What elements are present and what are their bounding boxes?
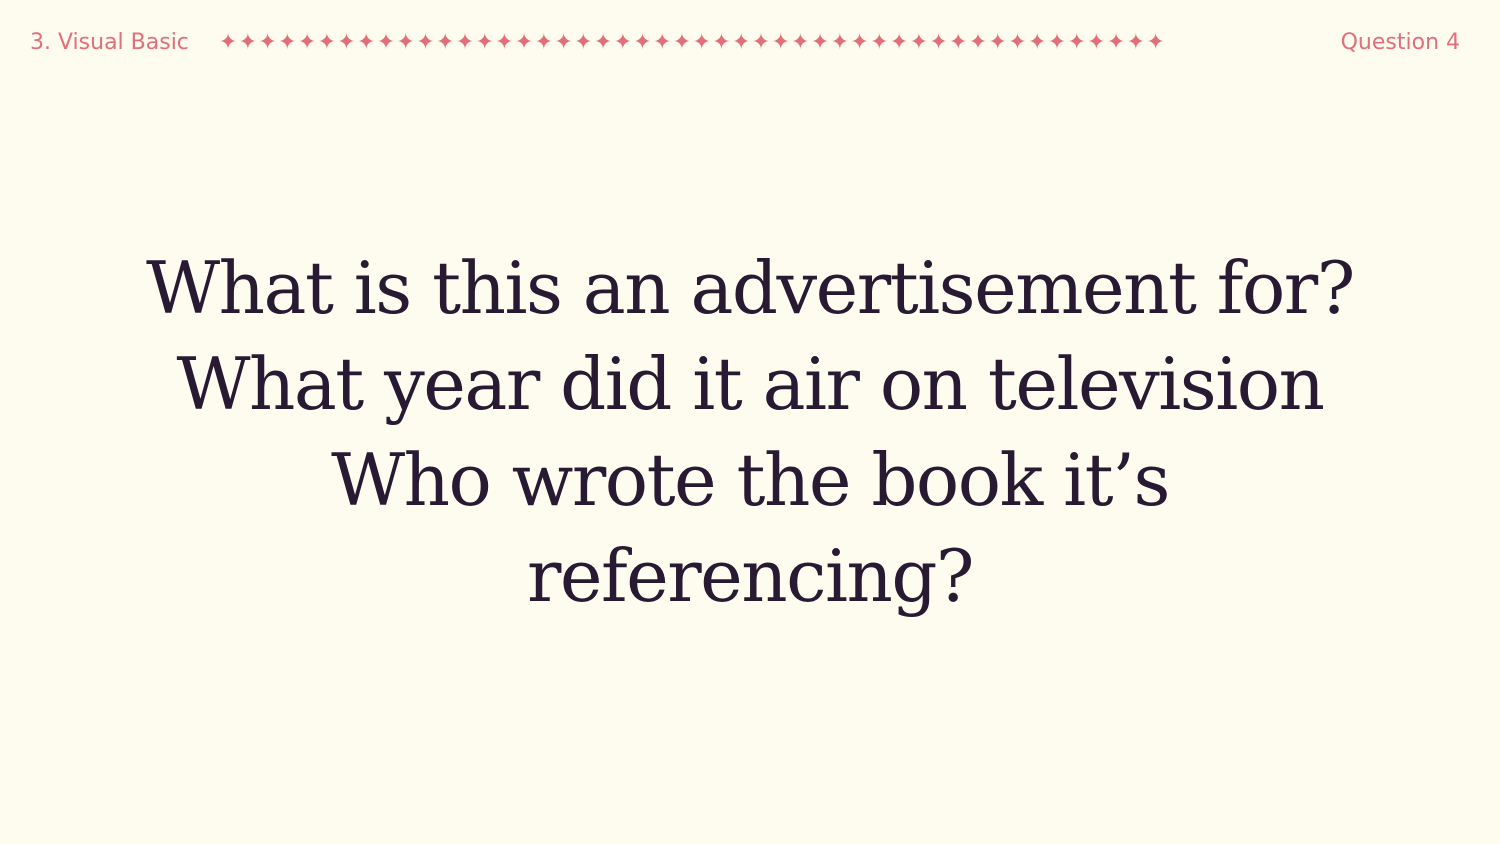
star-divider-icons: ✦✦✦✦✦✦✦✦✦✦✦✦✦✦✦✦✦✦✦✦✦✦✦✦✦✦✦✦✦✦✦✦✦✦✦✦✦✦✦✦… [218,30,1167,55]
question-line: What is this an advertisement for? [146,246,1355,330]
question-number-label: Question 4 [1340,30,1460,55]
question-line: Who wrote the book it’s [331,438,1170,522]
question-text: What is this an advertisement for? What … [100,240,1400,624]
star-divider: ✦✦✦✦✦✦✦✦✦✦✦✦✦✦✦✦✦✦✦✦✦✦✦✦✦✦✦✦✦✦✦✦✦✦✦✦✦✦✦✦… [219,26,1315,60]
question-line: referencing? [526,534,975,618]
question-line: What year did it air on television [176,342,1325,426]
section-label: 3. Visual Basic [30,30,189,55]
slide-header: 3. Visual Basic ✦✦✦✦✦✦✦✦✦✦✦✦✦✦✦✦✦✦✦✦✦✦✦✦… [30,26,1460,60]
